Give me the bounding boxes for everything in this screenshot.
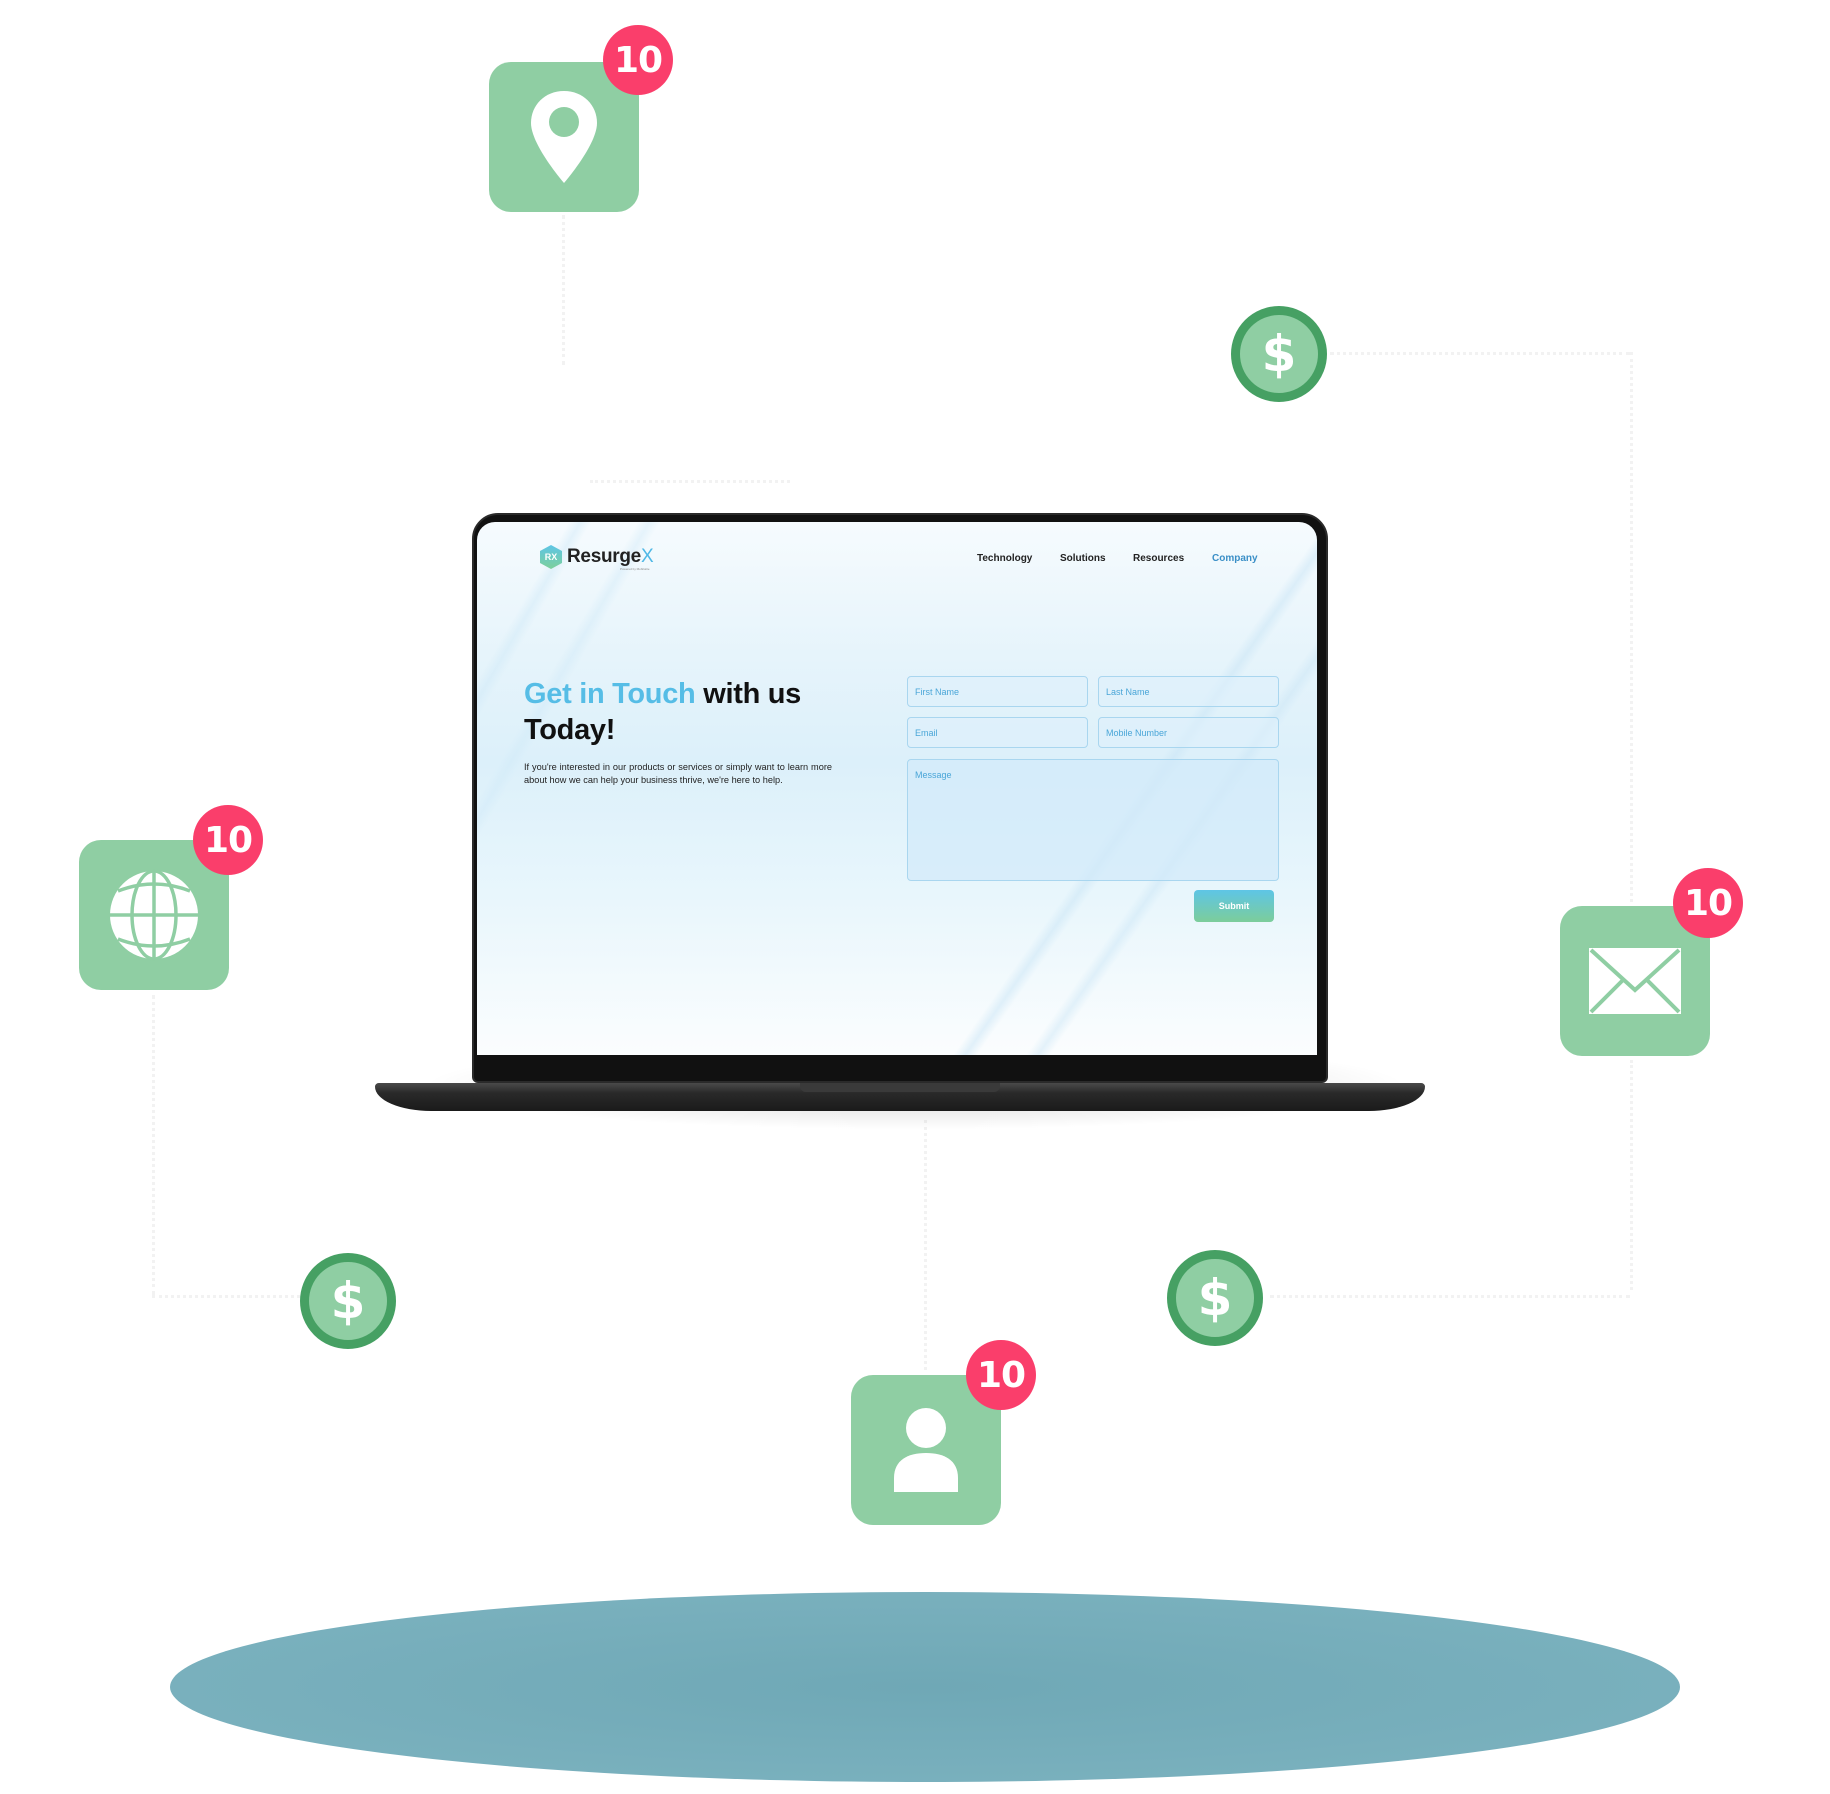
hero-title-rest: with us xyxy=(695,678,802,710)
hero-title: Get in Touch with us Today! xyxy=(524,676,854,748)
dollar-icon: $ xyxy=(1261,325,1297,383)
notification-badge: 10 xyxy=(1673,868,1743,938)
connector-line xyxy=(1270,1295,1630,1298)
nav-resources[interactable]: Resources xyxy=(1133,553,1184,564)
connector-line xyxy=(152,995,155,1295)
nav-solutions[interactable]: Solutions xyxy=(1060,553,1106,564)
logo-tagline: Powered by Mobiloitte xyxy=(620,567,650,571)
message-textarea[interactable]: Message xyxy=(907,759,1279,881)
dollar-coin: $ xyxy=(300,1253,396,1349)
connector-line xyxy=(1630,1060,1633,1290)
dollar-coin: $ xyxy=(1231,306,1327,402)
logo-mark-icon: RX xyxy=(540,545,562,569)
logo-name-suffix: X xyxy=(640,546,654,567)
notification-badge: 10 xyxy=(193,805,263,875)
connector-line xyxy=(1330,352,1630,355)
notification-badge: 10 xyxy=(603,25,673,95)
dollar-coin: $ xyxy=(1167,1250,1263,1346)
globe-icon xyxy=(110,869,198,961)
laptop-hinge-notch xyxy=(800,1083,1000,1092)
email-input[interactable]: Email xyxy=(907,717,1088,748)
notification-badge: 10 xyxy=(966,1340,1036,1410)
last-name-input[interactable]: Last Name xyxy=(1098,676,1279,707)
submit-button[interactable]: Submit xyxy=(1194,890,1274,922)
mobile-number-input[interactable]: Mobile Number xyxy=(1098,717,1279,748)
dollar-icon: $ xyxy=(330,1272,366,1330)
first-name-input[interactable]: First Name xyxy=(907,676,1088,707)
connector-line xyxy=(562,215,565,365)
connector-line xyxy=(152,1295,300,1298)
logo-name: Resurge xyxy=(567,546,641,567)
person-icon xyxy=(894,1408,958,1492)
hero-title-line2: Today! xyxy=(524,714,616,746)
hero-title-accent: Get in Touch xyxy=(524,678,696,710)
connector-line xyxy=(590,480,790,483)
location-pin-icon xyxy=(531,91,597,183)
logo-text: ResurgeX xyxy=(567,546,654,568)
dollar-icon: $ xyxy=(1197,1269,1233,1327)
nav-company[interactable]: Company xyxy=(1212,553,1258,564)
hero-description: If you're interested in our products or … xyxy=(524,762,832,785)
mail-icon xyxy=(1589,948,1681,1014)
connector-line xyxy=(1630,352,1633,902)
site-logo[interactable]: RX ResurgeX xyxy=(540,545,654,569)
connector-line xyxy=(924,1120,927,1370)
ground-shadow-ellipse xyxy=(170,1592,1680,1782)
nav-technology[interactable]: Technology xyxy=(977,553,1032,564)
